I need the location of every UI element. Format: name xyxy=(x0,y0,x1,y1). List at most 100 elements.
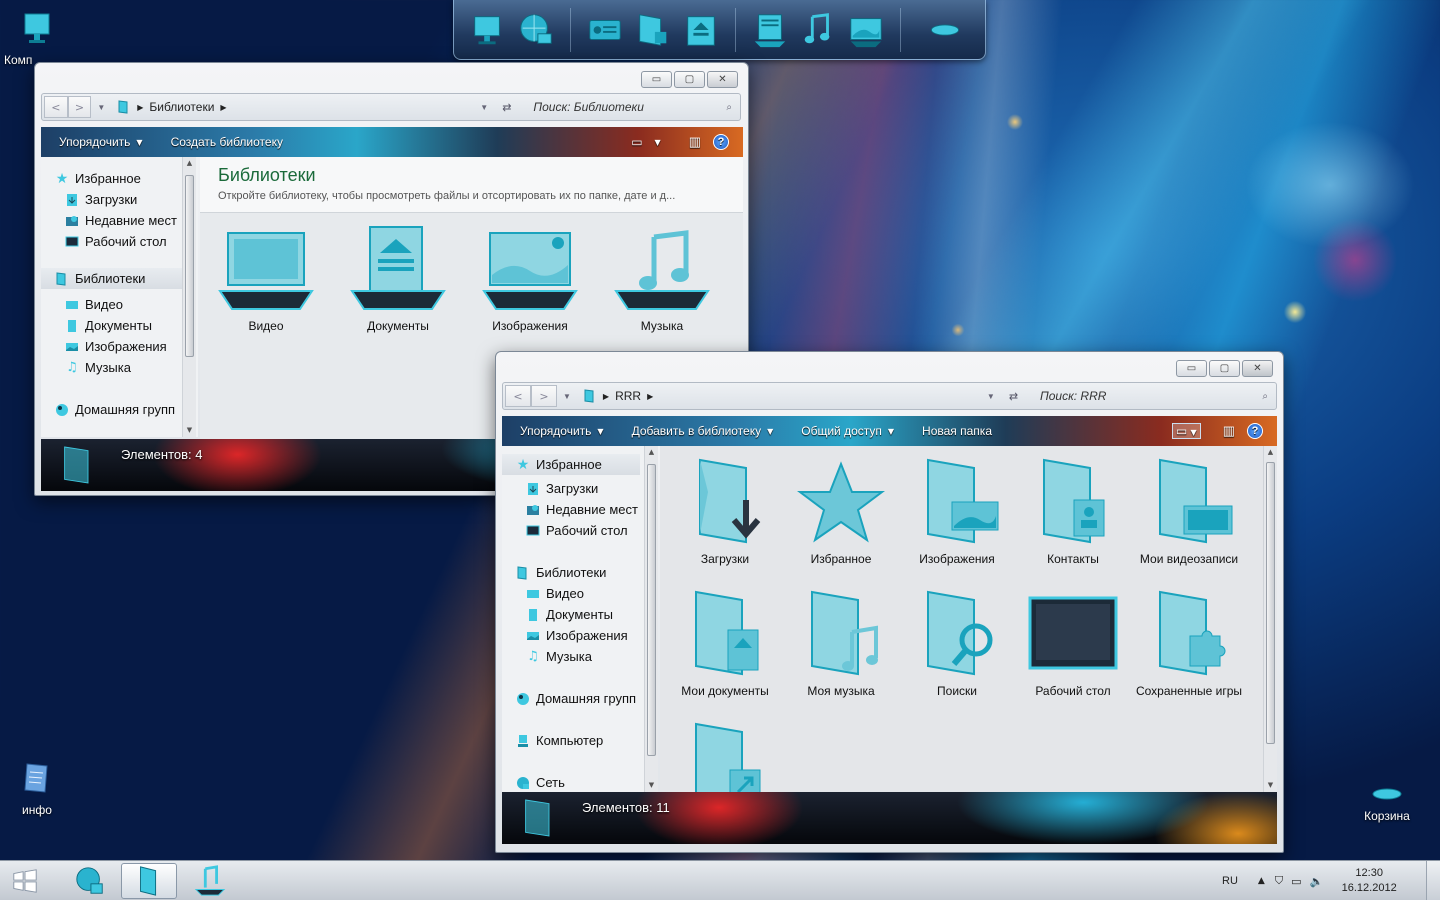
address-dropdown-icon[interactable]: ▼ xyxy=(987,392,995,401)
nav-favorites[interactable]: ★ Избранное xyxy=(55,170,141,186)
nav-scrollbar[interactable]: ▲ ▼ xyxy=(182,157,196,437)
library-tile-pictures[interactable]: Изображения xyxy=(474,229,586,334)
show-desktop-button[interactable] xyxy=(1426,861,1440,900)
view-dropdown-icon[interactable]: ▼ xyxy=(655,138,661,147)
share-button[interactable]: Общий доступ ▼ xyxy=(787,424,908,438)
nav-video[interactable]: Видео xyxy=(65,297,123,312)
close-button[interactable]: ✕ xyxy=(707,71,738,88)
forward-button[interactable]: > xyxy=(531,385,557,407)
maximize-button[interactable]: ▢ xyxy=(674,71,705,88)
nav-pictures[interactable]: Изображения xyxy=(65,339,167,354)
scroll-down-arrow-icon[interactable]: ▼ xyxy=(645,779,658,792)
back-button[interactable]: < xyxy=(44,96,68,118)
recent-pages-dropdown-icon[interactable]: ▼ xyxy=(97,103,105,112)
search-input[interactable]: Поиск: Библиотеки ⌕ xyxy=(525,96,740,118)
nav-documents[interactable]: Документы xyxy=(65,318,152,333)
close-button[interactable]: ✕ xyxy=(1242,360,1273,377)
nav-recent[interactable]: Недавние мест xyxy=(526,502,638,517)
address-field[interactable]: ▶ RRR ▶ xyxy=(577,385,917,407)
nav-scrollbar[interactable]: ▲ ▼ xyxy=(644,446,658,792)
minimize-button[interactable]: ▭ xyxy=(1176,360,1207,377)
scroll-down-arrow-icon[interactable]: ▼ xyxy=(183,424,196,437)
content-scrollbar[interactable]: ▲ ▼ xyxy=(1263,446,1277,792)
folder-tile[interactable]: Моя музыка xyxy=(785,588,897,699)
nav-network[interactable]: Сеть xyxy=(516,775,565,790)
network-icon[interactable]: ▭ xyxy=(1291,875,1301,888)
organize-button[interactable]: Упорядочить ▼ xyxy=(502,424,618,438)
help-icon[interactable]: ? xyxy=(1247,423,1263,439)
nav-recent[interactable]: Недавние мест xyxy=(65,213,177,228)
new-folder-button[interactable]: Новая папка xyxy=(908,424,1006,438)
nav-music[interactable]: ♫ Музыка xyxy=(526,649,592,664)
taskbar-browser-button[interactable] xyxy=(62,863,118,899)
dock-globe-icon[interactable] xyxy=(516,7,556,53)
folder-tile[interactable]: Контакты xyxy=(1017,456,1129,567)
scroll-up-arrow-icon[interactable]: ▲ xyxy=(183,157,196,170)
nav-desktop[interactable]: Рабочий стол xyxy=(65,234,167,249)
dock-picture-icon[interactable] xyxy=(846,7,886,53)
back-button[interactable]: < xyxy=(505,385,531,407)
nav-desktop[interactable]: Рабочий стол xyxy=(526,523,628,538)
preview-pane-icon[interactable]: ▥ xyxy=(689,134,701,150)
forward-button[interactable]: > xyxy=(67,96,92,118)
dock-switch-icon[interactable] xyxy=(925,7,965,53)
taskbar-explorer-button[interactable] xyxy=(121,863,177,899)
scroll-down-arrow-icon[interactable]: ▼ xyxy=(1264,779,1277,792)
dock-music-icon[interactable] xyxy=(798,7,838,53)
nav-downloads[interactable]: Загрузки xyxy=(65,192,137,207)
refresh-icon[interactable]: ⇄ xyxy=(502,101,511,114)
nav-homegroup[interactable]: Домашняя групп xyxy=(516,691,636,706)
desktop-icon-computer[interactable]: Комп xyxy=(0,10,74,67)
preview-pane-icon[interactable]: ▥ xyxy=(1223,423,1235,439)
create-library-button[interactable]: Создать библиотеку xyxy=(157,135,297,149)
nav-video[interactable]: Видео xyxy=(526,586,584,601)
dock-monitor-icon[interactable] xyxy=(468,7,508,53)
folder-tile[interactable] xyxy=(669,720,781,792)
nav-favorites[interactable]: ★ Избранное xyxy=(502,454,640,475)
maximize-button[interactable]: ▢ xyxy=(1209,360,1240,377)
library-tile-video[interactable]: Видео xyxy=(210,229,322,334)
volume-icon[interactable]: 🔈 xyxy=(1309,875,1323,888)
breadcrumb-rrr[interactable]: RRR xyxy=(615,389,641,403)
address-field[interactable]: ▶ Библиотеки ▶ xyxy=(111,96,410,118)
library-tile-music[interactable]: Музыка xyxy=(606,229,718,334)
nav-libraries[interactable]: Библиотеки xyxy=(516,565,606,580)
nav-documents[interactable]: Документы xyxy=(526,607,613,622)
folder-tile[interactable]: Загрузки xyxy=(669,456,781,567)
help-icon[interactable]: ? xyxy=(713,134,729,150)
add-to-library-button[interactable]: Добавить в библиотеку ▼ xyxy=(618,424,788,438)
desktop-icon-recycle-bin[interactable]: Корзина xyxy=(1350,782,1424,823)
language-indicator[interactable]: RU xyxy=(1222,875,1238,887)
start-button[interactable] xyxy=(0,863,50,899)
folder-tile[interactable]: Мои документы xyxy=(669,588,781,699)
folder-tile[interactable]: Поиски xyxy=(901,588,1013,699)
library-tile-documents[interactable]: Документы xyxy=(342,223,454,334)
chevron-right-icon[interactable]: ▶ xyxy=(220,103,226,112)
scroll-thumb[interactable] xyxy=(647,464,656,756)
show-hidden-icons-icon[interactable]: ▲ xyxy=(1258,876,1265,886)
organize-button[interactable]: Упорядочить ▼ xyxy=(41,135,157,149)
taskbar-media-player-button[interactable] xyxy=(182,863,238,899)
folder-tile[interactable]: Изображения xyxy=(901,456,1013,567)
nav-pictures[interactable]: Изображения xyxy=(526,628,628,643)
dock-eject-icon[interactable] xyxy=(681,7,721,53)
scroll-thumb[interactable] xyxy=(185,175,194,357)
desktop-icon-info[interactable]: инфо xyxy=(0,760,74,817)
dock-folder-puzzle-icon[interactable] xyxy=(633,7,673,53)
folder-tile[interactable]: Мои видеозаписи xyxy=(1133,456,1245,567)
action-center-icon[interactable]: ⛉ xyxy=(1275,874,1283,888)
nav-homegroup[interactable]: Домашняя групп xyxy=(55,402,175,417)
breadcrumb-libraries[interactable]: Библиотеки xyxy=(149,100,214,114)
clock[interactable]: 12:30 16.12.2012 xyxy=(1337,866,1401,896)
search-input[interactable]: Поиск: RRR ⌕ xyxy=(1032,385,1276,407)
scroll-thumb[interactable] xyxy=(1266,462,1275,744)
view-options-icon[interactable]: ▭ xyxy=(631,135,642,149)
scroll-up-arrow-icon[interactable]: ▲ xyxy=(1264,446,1277,459)
scroll-up-arrow-icon[interactable]: ▲ xyxy=(645,446,658,459)
dock-display-icon[interactable] xyxy=(585,7,625,53)
nav-music[interactable]: ♫ Музыка xyxy=(65,360,131,375)
view-options-icon[interactable]: ▭ ▼ xyxy=(1171,423,1201,439)
dock-documents-icon[interactable] xyxy=(750,7,790,53)
recent-pages-dropdown-icon[interactable]: ▼ xyxy=(563,392,571,401)
address-dropdown-icon[interactable]: ▼ xyxy=(480,103,488,112)
